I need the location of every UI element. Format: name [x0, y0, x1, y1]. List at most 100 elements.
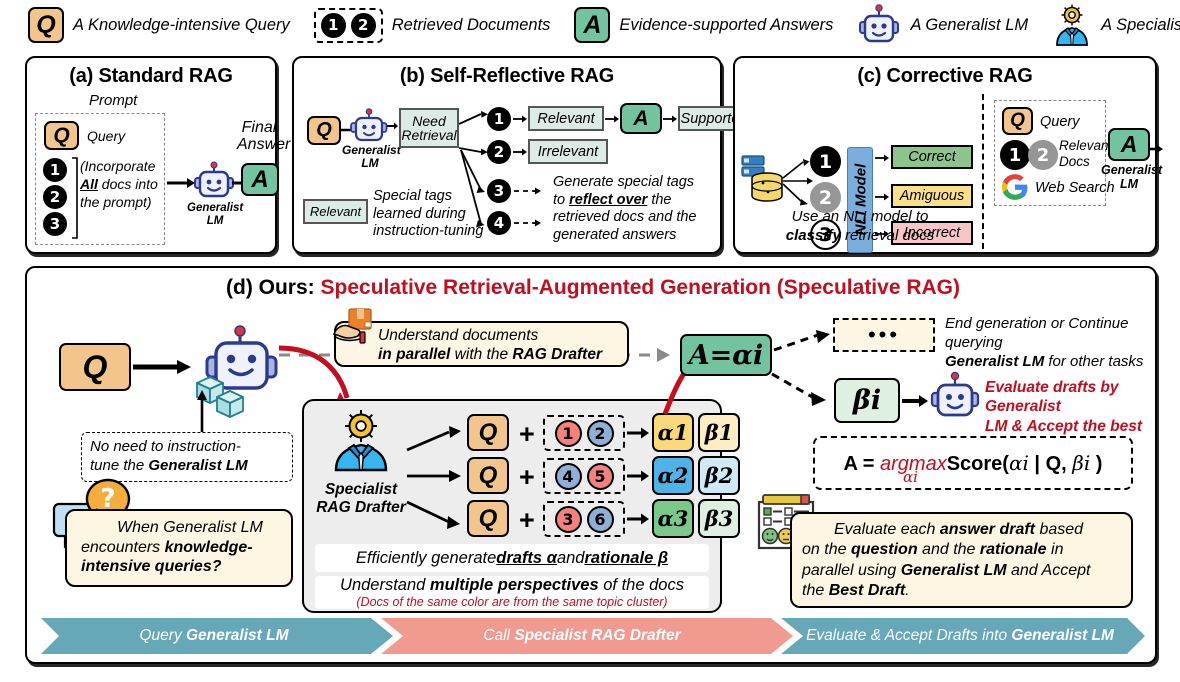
panel-b-legend-l3: instruction-tuning: [373, 223, 484, 240]
drafter-row-docs-1: 1 2: [543, 415, 625, 451]
bar2-perspectives: multiple perspectives: [429, 576, 599, 594]
retrieved-docs-icon: 1 2: [313, 7, 383, 43]
doc-dot-2: 2: [350, 12, 376, 38]
no-need-instruction-tune-note: No need to instruction- tune the General…: [81, 432, 293, 482]
legend-label-answer: Evidence-supported Answers: [619, 15, 834, 34]
drafter-row-q-3: Q: [467, 500, 509, 537]
drafter-row-q-2: Q: [467, 457, 509, 494]
drafter-doc-3-2: 6: [586, 505, 614, 533]
panel-a-doc-3: 3: [43, 212, 67, 236]
continue-generation-box: •••: [833, 318, 935, 352]
beta-i-box: βi: [834, 378, 900, 423]
formula-argmax-subscript: αi: [903, 468, 918, 486]
panel-d-title-prefix: (d) Ours:: [226, 276, 321, 299]
panel-b-cap-l4: generated answers: [553, 227, 677, 244]
google-icon: [1002, 174, 1028, 200]
eval-note-l4c: .: [905, 581, 910, 599]
panel-self-reflective-rag: (b) Self-Reflective RAG Q Generalist LM …: [292, 56, 750, 254]
panel-b-dashed-arrow-4: [514, 219, 541, 227]
panel-d-title-main: Speculative Retrieval-Augmented Generati…: [320, 276, 961, 299]
banner-step-evaluate: Evaluate & Accept Drafts into Generalist…: [795, 620, 1125, 652]
panel-c-arrow-ambiguous: [875, 193, 889, 201]
panel-c-verdict-ambiguous: Amiguous: [891, 184, 973, 208]
a-box-icon: A: [574, 7, 611, 43]
panel-a-lm-label-l1: Generalist: [187, 202, 244, 214]
legend-label-generalist: A Generalist LM: [910, 15, 1029, 34]
formula-q: Q: [1045, 452, 1062, 475]
panel-b-arrow-4: [513, 148, 527, 156]
multiple-perspectives-bar: Understand multiple perspectives of the …: [315, 576, 709, 609]
legend-item-specialist: A Specialist LM: [1052, 4, 1180, 46]
eval-note-generalist: Generalist LM: [900, 561, 1007, 579]
q-box-icon: Q: [28, 7, 64, 43]
panel-c-cap-l2: retrieval docs: [840, 226, 935, 244]
formula-score: Score(: [946, 452, 1009, 475]
banner-step-0-plain: Query: [139, 627, 186, 644]
question-note-l3: intensive queries?: [81, 558, 222, 576]
eval-note-question: question: [850, 541, 918, 559]
panel-d-dashed-arrow-ellipsis: [773, 330, 830, 352]
bar1-a: Efficiently generate: [355, 548, 497, 567]
panel-b-tag-relevant: Relevant: [528, 106, 604, 131]
no-need-l1: No need to instruction-: [90, 438, 241, 455]
drafter-doc-3-1: 3: [554, 505, 582, 533]
eval-note-rationale: rationale: [979, 541, 1047, 559]
eval-note-l4a: the: [802, 581, 829, 599]
understand-note-l2b: with the: [450, 345, 513, 363]
banner-step-2-plain: Evaluate & Accept Drafts into: [806, 627, 1012, 644]
question-note-l2a: encounters: [81, 538, 165, 556]
bar2-note: (Docs of the same color are from the sam…: [356, 595, 668, 609]
panel-b-cap-l3: retrieved docs and the: [553, 209, 697, 226]
panel-d-arrow-up-to-cubes: [197, 390, 207, 432]
understand-note-drafter: RAG Drafter: [512, 345, 602, 363]
eval-note-l2c: and the: [917, 541, 980, 559]
banner-step-2-bold: Generalist LM: [1011, 627, 1114, 644]
rationale-beta-2: β2: [698, 456, 740, 495]
panel-b-legend-text: Special tags learned during instruction-…: [373, 188, 498, 241]
panel-b-doc-2: 2: [487, 140, 511, 164]
banner-step-1-bold: Specialist RAG Drafter: [514, 627, 681, 644]
specialist-lm-person-icon: [1056, 4, 1089, 46]
panel-a-incorporate-l2: docs into: [97, 175, 158, 192]
panel-b-legend-tag: Relevant: [303, 199, 368, 224]
panel-a-arrow-to-lm: [167, 178, 195, 188]
legend-item-answer: A Evidence-supported Answers: [574, 7, 833, 43]
panel-a-incorporate-all: All: [80, 175, 98, 192]
end-gen-l2b: for other tasks: [1044, 352, 1144, 370]
panel-d-specialist-arrows: [406, 426, 461, 529]
panel-b-cap-reflect: reflect over: [569, 191, 648, 208]
formula-alpha-i: αi: [1008, 450, 1029, 475]
panel-a-final-l2: Answer: [237, 135, 291, 153]
panel-b-caption-right: Generate special tags to reflect over th…: [553, 174, 733, 245]
panel-a-answer-box: A: [241, 163, 279, 196]
formula-comma: ,: [1061, 452, 1073, 475]
panel-b-doc-1: 1: [487, 107, 511, 131]
panel-c-doc-1: 1: [810, 146, 841, 177]
panel-c-rel-l1: Relevant: [1059, 138, 1113, 153]
panel-c-rel-doc-2: 2: [1028, 140, 1058, 170]
draft-alpha-3: α3: [652, 499, 694, 538]
panel-b-arrow-3: [663, 115, 677, 123]
panel-b-line-lm-need: [387, 122, 398, 130]
banner-step-1-plain: Call: [483, 627, 515, 644]
formula-a-eq: A =: [843, 452, 881, 475]
eval-note-answer-draft: answer draft: [939, 521, 1035, 538]
evaluate-each-draft-note: Evaluate each answer draft based on the …: [790, 512, 1133, 608]
panel-c-query-label: Query: [1040, 114, 1080, 130]
end-gen-l1: End generation or Continue querying: [945, 315, 1129, 351]
panel-c-rel-l2: Docs: [1059, 153, 1090, 169]
panel-corrective-rag: (c) Corrective RAG 1 2 3 NLI Model Corre…: [733, 56, 1163, 254]
panel-a-final-l1: Final: [241, 119, 277, 136]
legend-item-docs: 1 2 Retrieved Documents: [313, 7, 550, 43]
hand-holding-box-icon: [332, 308, 372, 344]
panel-c-lm-label: Generalist LM: [1101, 163, 1162, 192]
bar1-c: and: [556, 548, 585, 567]
panel-d-arrow-beta-to-robot: [902, 395, 928, 407]
panel-a-generalist-lm-robot-icon: [194, 161, 234, 198]
eval-note-best-draft: Best Draft: [828, 581, 906, 599]
legend-label-query: A Knowledge-intensive Query: [73, 15, 290, 34]
bar1-rationale: rationale β: [584, 548, 669, 567]
eval-note-l2e: in: [1046, 541, 1064, 559]
panel-b-cap-l2a: to: [553, 191, 570, 208]
understand-note-parallel: in parallel: [378, 345, 451, 363]
